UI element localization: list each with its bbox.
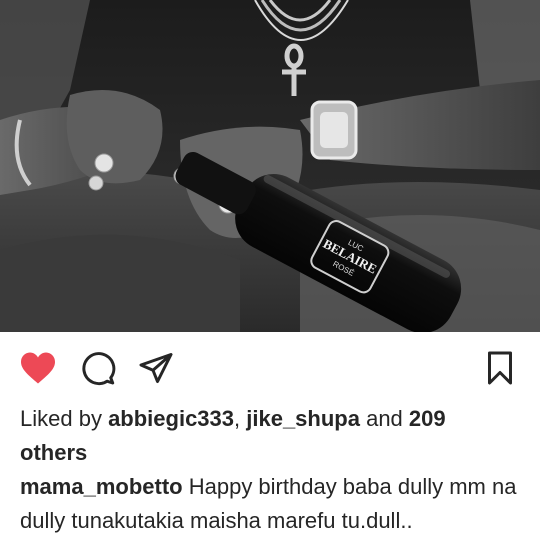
comment-button[interactable] <box>78 348 118 388</box>
share-icon <box>139 353 173 383</box>
likes-separator: , <box>234 406 247 431</box>
bookmark-icon <box>488 351 512 385</box>
post-caption: mama_mobetto Happy birthday baba dully m… <box>20 470 520 538</box>
photo-illustration: LUC BELAIRE ROSÉ <box>0 0 540 332</box>
likes-count[interactable]: 209 <box>409 406 446 431</box>
like-button[interactable] <box>18 348 58 388</box>
instagram-post: LUC BELAIRE ROSÉ Liked by abbiegic333, j… <box>0 0 540 540</box>
likes-summary: Liked by abbiegic333, jike_shupa and 209… <box>20 402 520 470</box>
comment-icon <box>82 352 116 386</box>
likes-suffix[interactable]: others <box>20 440 87 465</box>
post-photo[interactable]: LUC BELAIRE ROSÉ <box>0 0 540 332</box>
save-button[interactable] <box>480 348 520 388</box>
likes-prefix: Liked by <box>20 406 109 431</box>
likes-connector: and <box>359 406 409 431</box>
caption-text-cut: tu.dull.. <box>341 508 413 533</box>
action-bar <box>0 340 540 398</box>
liker-username-2[interactable]: jike_shupa <box>246 406 360 431</box>
share-button[interactable] <box>136 348 176 388</box>
heart-icon <box>21 352 55 384</box>
liker-username-1[interactable]: abbiegic333 <box>108 406 234 431</box>
caption-username[interactable]: mama_mobetto <box>20 474 183 499</box>
